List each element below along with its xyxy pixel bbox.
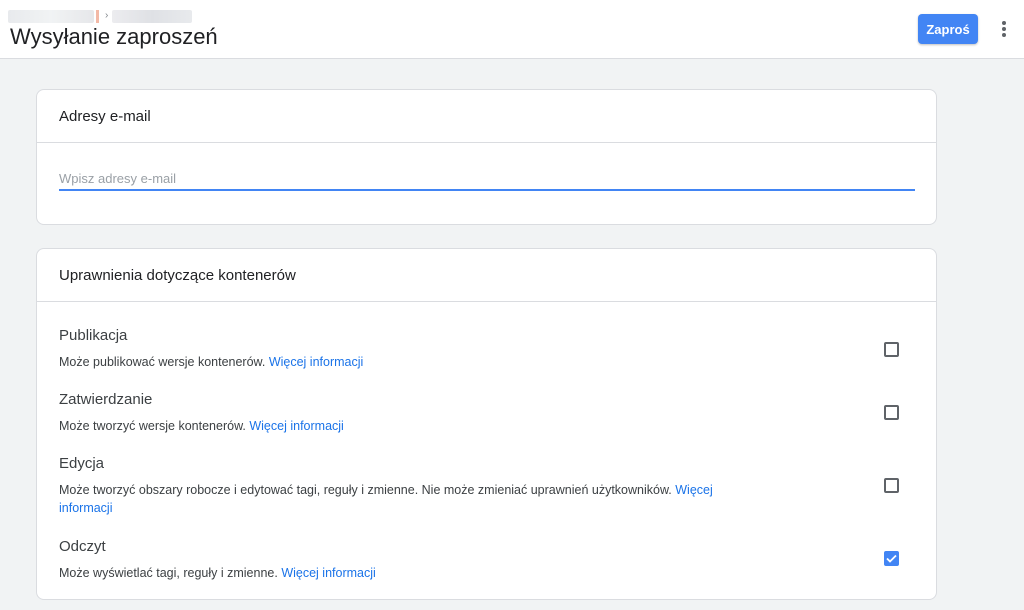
email-card-title: Adresy e-mail [37,90,936,143]
top-bar: › Wysyłanie zaproszeń Zaproś [0,0,1024,59]
permissions-card-title: Uprawnienia dotyczące kontenerów [37,249,936,302]
permission-description-text: Może tworzyć wersje kontenerów. [59,419,250,433]
permission-description: Może tworzyć obszary robocze i edytować … [59,481,759,517]
email-input[interactable] [59,167,915,191]
learn-more-link[interactable]: Więcej informacji [269,355,363,369]
permission-publish: Publikacja Może publikować wersje konten… [59,327,919,371]
edit-checkbox[interactable] [884,478,899,493]
breadcrumb-marker [96,9,99,23]
approve-checkbox[interactable] [884,405,899,420]
invite-button[interactable]: Zaproś [918,14,978,44]
more-vert-icon[interactable] [996,18,1012,40]
learn-more-link[interactable]: Więcej informacji [281,566,375,580]
permission-description-text: Może tworzyć obszary robocze i edytować … [59,483,676,497]
page-title: Wysyłanie zaproszeń [10,24,218,49]
breadcrumb: › [8,9,193,23]
breadcrumb-account-redacted[interactable] [8,9,94,23]
permissions-card: Uprawnienia dotyczące kontenerów Publika… [36,248,937,600]
permission-description: Może tworzyć wersje kontenerów. Więcej i… [59,417,759,435]
breadcrumb-container-redacted[interactable] [112,9,193,23]
permission-description-text: Może wyświetlać tagi, reguły i zmienne. [59,566,282,580]
learn-more-link[interactable]: Więcej informacji [249,419,343,433]
more-dot [1002,21,1006,25]
breadcrumb-separator: › [105,10,109,21]
more-dot [1002,33,1006,37]
permission-title: Zatwierdzanie [59,391,153,408]
check-icon [886,554,897,563]
read-checkbox[interactable] [884,551,899,566]
permission-description: Może wyświetlać tagi, reguły i zmienne. … [59,564,759,582]
permission-title: Publikacja [59,327,128,344]
permission-read: Odczyt Może wyświetlać tagi, reguły i zm… [59,538,919,582]
more-dot [1002,27,1006,31]
permission-title: Edycja [59,455,105,472]
permission-edit: Edycja Może tworzyć obszary robocze i ed… [59,455,919,517]
permission-title: Odczyt [59,538,106,555]
permission-description: Może publikować wersje kontenerów. Więce… [59,353,759,371]
permission-approve: Zatwierdzanie Może tworzyć wersje konten… [59,391,919,435]
email-card: Adresy e-mail [36,89,937,225]
permission-description-text: Może publikować wersje kontenerów. [59,355,269,369]
publish-checkbox[interactable] [884,342,899,357]
